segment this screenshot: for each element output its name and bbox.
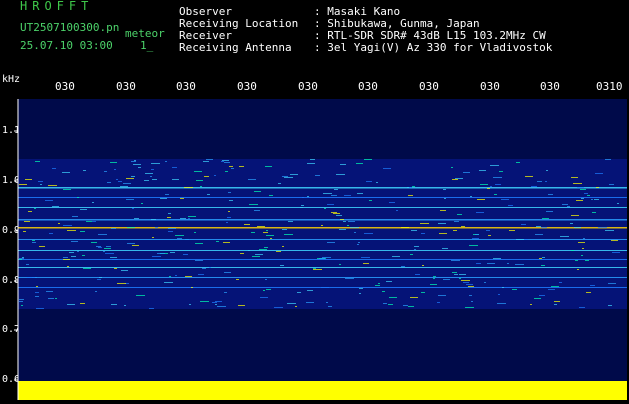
axis-ticks: [14, 99, 19, 400]
